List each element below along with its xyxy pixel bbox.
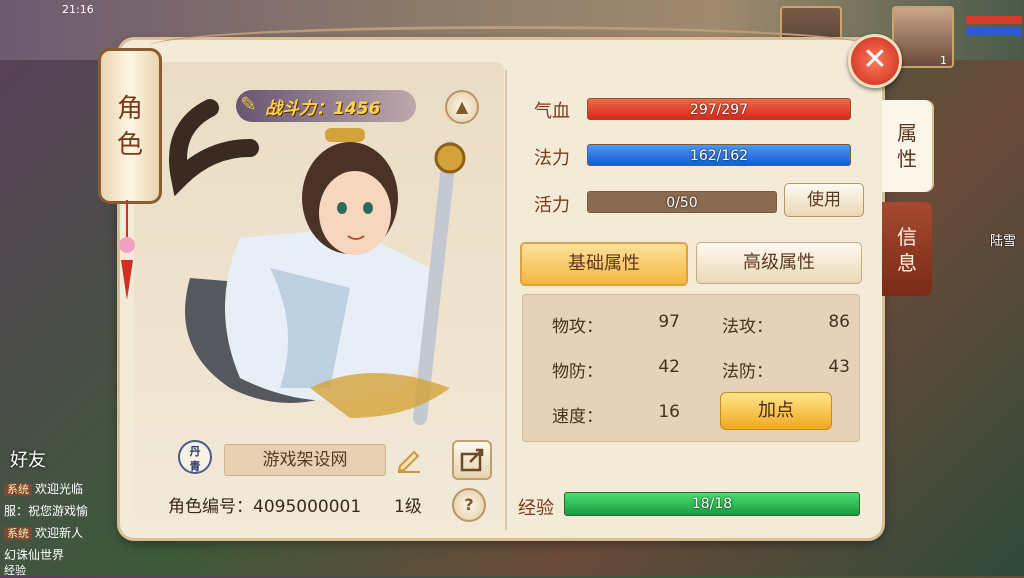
tab-basic-attributes[interactable]: 基础属性 <box>520 242 688 286</box>
friends-button[interactable]: 好友 <box>10 446 46 472</box>
chat-line: 幻诛仙世界 <box>4 548 65 562</box>
tab-advanced-attributes[interactable]: 高级属性 <box>696 242 862 284</box>
pencil-icon <box>397 450 420 473</box>
side-tab-attributes[interactable]: 属性 <box>882 100 932 192</box>
share-button[interactable] <box>452 440 492 480</box>
phys-def-label: 物防： <box>552 362 603 382</box>
phys-atk-value: 97 <box>658 312 680 332</box>
mp-bar: 162/162 <box>587 144 851 166</box>
lantern-label: 角色 <box>116 94 143 160</box>
mag-atk-label: 法攻： <box>722 317 773 337</box>
speed-value: 16 <box>658 402 680 422</box>
mag-atk-value: 86 <box>828 312 850 332</box>
phys-def-value: 42 <box>658 357 680 377</box>
chat-line: 服：祝您游戏愉 <box>4 504 89 518</box>
chat-line: 系统 欢迎光临 <box>4 480 83 497</box>
add-points-button[interactable]: 加点 <box>720 392 832 430</box>
vitality-bar: 0/50 <box>587 191 777 213</box>
exp-bar: 18/18 <box>564 492 860 516</box>
npc-name: 陆雪 <box>990 234 1017 249</box>
share-icon <box>460 448 484 472</box>
combat-power: 战斗力：1456 <box>265 99 381 119</box>
close-button[interactable]: ✕ <box>848 34 902 88</box>
tassel-ornament <box>119 200 135 300</box>
speed-label: 速度： <box>552 407 603 427</box>
use-vitality-button[interactable]: 使用 <box>784 183 864 217</box>
hp-label: 气血 <box>534 101 570 122</box>
help-button[interactable]: ? <box>452 488 486 522</box>
hud-mp-bar <box>966 28 1022 36</box>
hud-hp-bar <box>966 16 1022 24</box>
side-tab-info[interactable]: 信息 <box>882 202 932 296</box>
vitality-label: 活力 <box>534 195 570 216</box>
phys-atk-label: 物攻： <box>552 317 603 337</box>
character-level: 1级 <box>394 497 422 517</box>
character-tab-lantern[interactable]: 角色 <box>98 48 162 204</box>
power-up-button[interactable]: ▲ <box>445 90 479 124</box>
close-icon: ✕ <box>862 42 888 77</box>
school-emblem: 丹青 <box>178 440 212 474</box>
status-time: 21:16 <box>62 3 94 16</box>
chat-panel[interactable]: 系统 欢迎光临 服：祝您游戏愉 系统 欢迎新人 幻诛仙世界 经验 <box>0 470 140 577</box>
mp-label: 法力 <box>534 148 570 169</box>
character-name: 游戏架设网 <box>224 444 386 476</box>
mag-def-label: 法防： <box>722 362 773 382</box>
mag-def-value: 43 <box>828 357 850 377</box>
arrow-up-icon: ▲ <box>455 97 469 116</box>
avatar-level: 1 <box>940 54 947 67</box>
sword-icon: ✎ <box>240 92 257 116</box>
hero-portrait <box>169 99 466 425</box>
chat-line: 系统 欢迎新人 <box>4 524 83 541</box>
rename-button[interactable] <box>394 446 424 474</box>
exp-label: 经验 <box>518 498 554 519</box>
hp-bar: 297/297 <box>587 98 851 120</box>
character-id: 角色编号：4095000001 <box>168 497 362 517</box>
